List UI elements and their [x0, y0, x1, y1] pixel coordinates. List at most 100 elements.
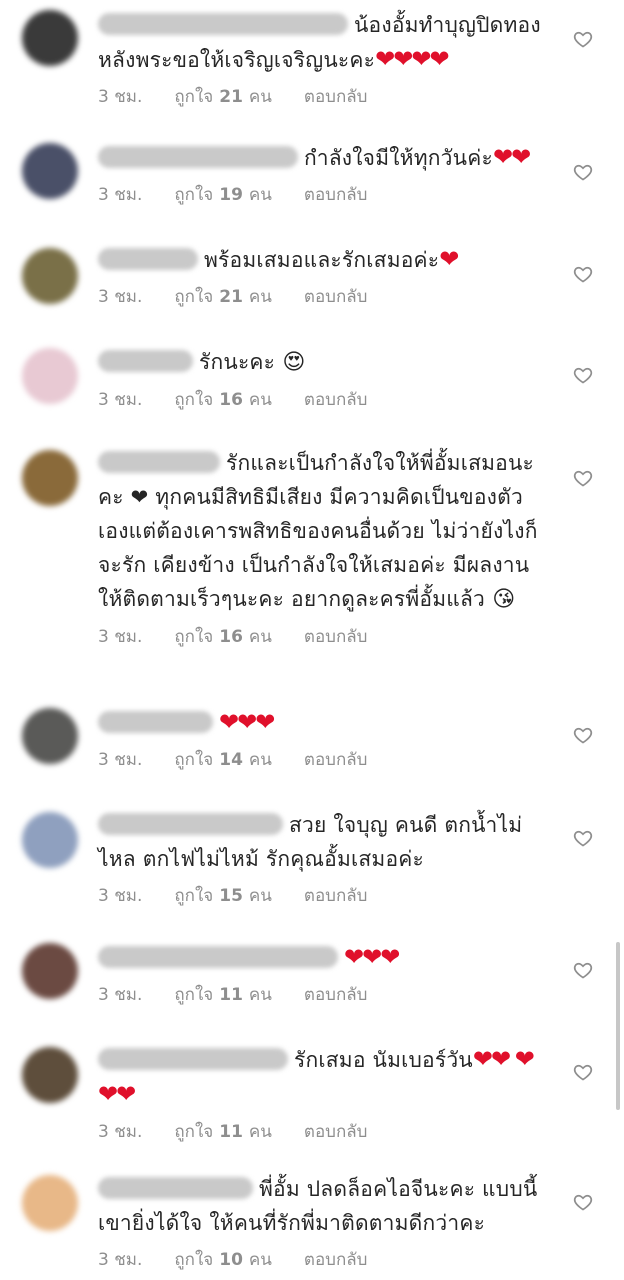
reply-button[interactable]: ตอบกลับ [304, 1122, 368, 1142]
avatar[interactable] [22, 10, 78, 66]
comment-meta: 3 ชม. ถูกใจ 11 คน ตอบกลับ [98, 981, 548, 1008]
reply-button[interactable]: ตอบกลับ [304, 886, 368, 906]
emoji: 😘 [485, 587, 516, 612]
like-count-suffix: คน [248, 627, 272, 647]
comment-text: พี่อั้ม ปลดล็อคไอจีนะคะ แบบนี้เขายิ่งได้… [98, 1172, 548, 1240]
scrollbar[interactable] [616, 942, 620, 1110]
like-count[interactable]: ถูกใจ 11 คน [174, 985, 272, 1005]
like-count[interactable]: ถูกใจ 16 คน [174, 627, 272, 647]
avatar[interactable] [22, 812, 78, 868]
comment-body: รักนะคะ [199, 350, 276, 374]
like-count-prefix: ถูกใจ [174, 886, 214, 906]
like-count-suffix: คน [248, 985, 272, 1005]
avatar[interactable] [22, 708, 78, 764]
heart-outline-icon[interactable] [572, 162, 594, 184]
heart-outline-icon[interactable] [572, 264, 594, 286]
like-count-suffix: คน [248, 185, 272, 205]
avatar[interactable] [22, 248, 78, 304]
heart-emoji: ❤❤❤ [344, 943, 400, 971]
heart-outline-icon[interactable] [572, 828, 594, 850]
comment-meta: 3 ชม. ถูกใจ 19 คน ตอบกลับ [98, 181, 548, 208]
username-blurred[interactable] [98, 248, 198, 270]
comment-text: รักเสมอ นัมเบอร์วัน❤❤ ❤❤❤ [98, 1042, 548, 1112]
timestamp: 3 ชม. [98, 886, 143, 906]
like-count-prefix: ถูกใจ [174, 185, 214, 205]
like-count-number: 19 [219, 185, 243, 205]
username-blurred[interactable] [98, 146, 298, 168]
reply-button[interactable]: ตอบกลับ [304, 627, 368, 647]
like-count[interactable]: ถูกใจ 14 คน [174, 750, 272, 770]
username-blurred[interactable] [98, 451, 220, 473]
like-count-number: 21 [219, 287, 243, 307]
heart-emoji: ❤ [439, 245, 459, 273]
reply-button[interactable]: ตอบกลับ [304, 985, 368, 1005]
comment-text: ❤❤❤ [98, 705, 548, 740]
comment-text: พร้อมเสมอและรักเสมอค่ะ❤ [98, 242, 548, 277]
username-blurred[interactable] [98, 1048, 288, 1070]
heart-outline-icon[interactable] [572, 1192, 594, 1214]
timestamp: 3 ชม. [98, 390, 143, 410]
heart-outline-icon[interactable] [572, 365, 594, 387]
heart-outline-icon[interactable] [572, 960, 594, 982]
comment-body: พร้อมเสมอและรักเสมอค่ะ [204, 248, 440, 272]
heart-outline-icon[interactable] [572, 29, 594, 51]
heart-outline-icon[interactable] [572, 468, 594, 490]
like-count-suffix: คน [248, 87, 272, 107]
like-count-number: 11 [219, 985, 243, 1005]
reply-button[interactable]: ตอบกลับ [304, 87, 368, 107]
username-blurred[interactable] [98, 813, 283, 835]
like-count-number: 10 [219, 1250, 243, 1270]
avatar[interactable] [22, 348, 78, 404]
like-count-prefix: ถูกใจ [174, 287, 214, 307]
comment-meta: 3 ชม. ถูกใจ 16 คน ตอบกลับ [98, 623, 548, 650]
avatar[interactable] [22, 143, 78, 199]
like-count-number: 14 [219, 750, 243, 770]
comment-meta: 3 ชม. ถูกใจ 11 คน ตอบกลับ [98, 1118, 548, 1145]
avatar[interactable] [22, 1175, 78, 1231]
username-blurred[interactable] [98, 946, 338, 968]
comment-text: สวย ใจบุญ คนดี ตกน้ำไม่ไหล ตกไฟไม่ไหม้ ร… [98, 808, 548, 876]
username-blurred[interactable] [98, 13, 348, 35]
timestamp: 3 ชม. [98, 627, 143, 647]
timestamp: 3 ชม. [98, 750, 143, 770]
comment-meta: 3 ชม. ถูกใจ 14 คน ตอบกลับ [98, 746, 548, 773]
comment-meta: 3 ชม. ถูกใจ 15 คน ตอบกลับ [98, 882, 548, 909]
reply-button[interactable]: ตอบกลับ [304, 185, 368, 205]
like-count[interactable]: ถูกใจ 21 คน [174, 287, 272, 307]
username-blurred[interactable] [98, 1177, 253, 1199]
like-count-prefix: ถูกใจ [174, 390, 214, 410]
comment-meta: 3 ชม. ถูกใจ 16 คน ตอบกลับ [98, 386, 548, 413]
comment-text: ❤❤❤ [98, 940, 548, 975]
username-blurred[interactable] [98, 350, 193, 372]
like-count-suffix: คน [248, 886, 272, 906]
heart-outline-icon[interactable] [572, 725, 594, 747]
like-count[interactable]: ถูกใจ 10 คน [174, 1250, 272, 1270]
comment-body: รักและเป็นกำลังใจให้พี่อั้มเสมอนะคะ ❤ ทุ… [98, 451, 538, 611]
timestamp: 3 ชม. [98, 185, 143, 205]
like-count-suffix: คน [248, 390, 272, 410]
like-count-number: 16 [219, 627, 243, 647]
comment-meta: 3 ชม. ถูกใจ 21 คน ตอบกลับ [98, 83, 548, 110]
reply-button[interactable]: ตอบกลับ [304, 750, 368, 770]
like-count[interactable]: ถูกใจ 16 คน [174, 390, 272, 410]
comment-body: รักเสมอ นัมเบอร์วัน [294, 1048, 473, 1072]
like-count[interactable]: ถูกใจ 21 คน [174, 87, 272, 107]
username-blurred[interactable] [98, 711, 213, 733]
avatar[interactable] [22, 1047, 78, 1103]
heart-outline-icon[interactable] [572, 1062, 594, 1084]
like-count-number: 16 [219, 390, 243, 410]
comment-meta: 3 ชม. ถูกใจ 21 คน ตอบกลับ [98, 283, 548, 310]
reply-button[interactable]: ตอบกลับ [304, 287, 368, 307]
like-count-number: 21 [219, 87, 243, 107]
timestamp: 3 ชม. [98, 1122, 143, 1142]
like-count[interactable]: ถูกใจ 15 คน [174, 886, 272, 906]
like-count-prefix: ถูกใจ [174, 627, 214, 647]
timestamp: 3 ชม. [98, 87, 143, 107]
like-count[interactable]: ถูกใจ 19 คน [174, 185, 272, 205]
like-count[interactable]: ถูกใจ 11 คน [174, 1122, 272, 1142]
reply-button[interactable]: ตอบกลับ [304, 390, 368, 410]
timestamp: 3 ชม. [98, 985, 143, 1005]
avatar[interactable] [22, 943, 78, 999]
avatar[interactable] [22, 450, 78, 506]
reply-button[interactable]: ตอบกลับ [304, 1250, 368, 1270]
